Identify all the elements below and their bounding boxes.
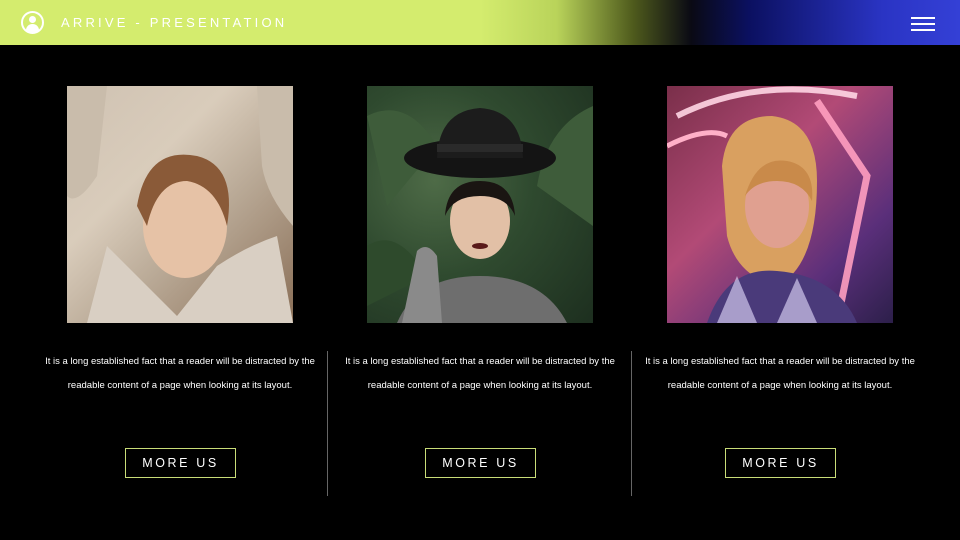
woman-in-beige-sweater-portrait xyxy=(67,86,293,323)
portrait-photo xyxy=(67,86,293,323)
logo-torso xyxy=(26,24,39,32)
menu-line xyxy=(911,23,935,25)
card-description: It is a long established fact that a rea… xyxy=(345,356,615,391)
menu-line xyxy=(911,17,935,19)
portrait-photo xyxy=(367,86,593,323)
card-description: It is a long established fact that a rea… xyxy=(45,356,315,391)
column-divider xyxy=(631,351,632,496)
user-circle-icon[interactable] xyxy=(21,11,44,34)
column-divider xyxy=(327,351,328,496)
woman-with-neon-lights-portrait xyxy=(667,86,871,323)
top-bar: ARRIVE - PRESENTATION xyxy=(0,0,960,45)
card-2: It is a long established fact that a rea… xyxy=(345,86,615,478)
more-us-button[interactable]: MORE US xyxy=(725,448,836,478)
woman-in-black-hat-among-leaves-portrait xyxy=(367,106,593,323)
more-us-button[interactable]: MORE US xyxy=(125,448,236,478)
logo-head xyxy=(29,16,36,23)
card-description: It is a long established fact that a rea… xyxy=(645,356,915,391)
more-us-button[interactable]: MORE US xyxy=(425,448,536,478)
menu-line xyxy=(911,29,935,31)
portrait-photo xyxy=(667,86,893,323)
hamburger-menu-icon[interactable] xyxy=(911,15,935,33)
card-3: It is a long established fact that a rea… xyxy=(645,86,915,478)
brand-title: ARRIVE - PRESENTATION xyxy=(61,15,288,30)
card-1: It is a long established fact that a rea… xyxy=(45,86,315,478)
